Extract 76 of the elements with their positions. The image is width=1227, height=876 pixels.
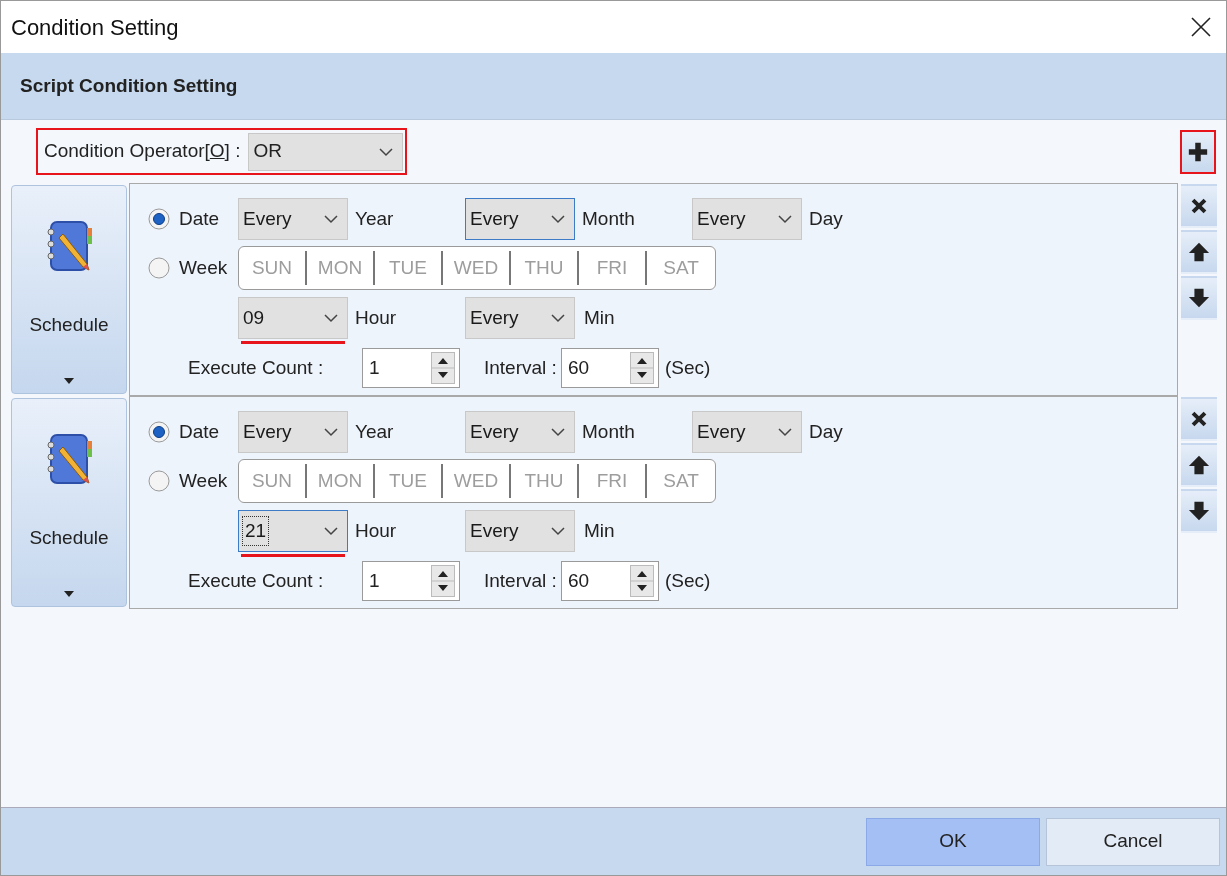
operator-label: Condition Operator[O] : — [44, 139, 241, 164]
condition-type-button[interactable]: Schedule — [11, 398, 127, 607]
chevron-icon — [323, 313, 339, 323]
unit-label: Day — [809, 206, 844, 231]
caret-icon — [63, 590, 75, 598]
radio-button[interactable] — [148, 470, 170, 492]
plus-icon — [1187, 140, 1209, 163]
dropdown[interactable]: Every — [465, 297, 575, 339]
spinner-arrows-icon[interactable] — [629, 352, 654, 384]
unit-label: Min — [584, 518, 615, 543]
dialog-button[interactable]: OK — [866, 817, 1040, 866]
dropdown[interactable]: 09 — [238, 297, 348, 339]
spinner-arrows-icon[interactable] — [629, 565, 654, 597]
caret-icon — [63, 377, 75, 385]
down-arrow-icon — [1188, 287, 1210, 309]
window-title: Condition Setting — [11, 13, 179, 42]
chevron-icon — [777, 427, 793, 437]
chevron-icon — [323, 427, 339, 437]
unit-label: Day — [809, 419, 844, 444]
unit-label: Month — [582, 419, 636, 444]
number-field[interactable]: 60 — [560, 561, 659, 601]
dialog-button[interactable]: Cancel — [1046, 817, 1220, 866]
execute-count-label: Execute Count : — [188, 568, 325, 593]
spinner-arrows-icon[interactable] — [431, 565, 455, 597]
dropdown[interactable]: 21 — [238, 510, 348, 552]
number-field[interactable]: 1 — [362, 348, 460, 388]
chevron-icon — [550, 214, 566, 224]
option-label: Date — [179, 206, 220, 231]
chevron-icon — [550, 427, 566, 437]
up-arrow-icon — [1188, 241, 1210, 263]
chevron-icon — [550, 526, 566, 536]
option-label: Week — [179, 255, 228, 280]
down-button[interactable] — [1181, 489, 1217, 533]
number-field[interactable]: 60 — [560, 348, 659, 388]
unit-label: Hour — [355, 305, 398, 330]
unit-label: Year — [355, 419, 395, 444]
up-button[interactable] — [1181, 230, 1217, 274]
radio-button[interactable] — [148, 208, 170, 230]
unit-label: (Sec) — [664, 568, 711, 593]
delete-button[interactable] — [1181, 184, 1217, 228]
option-label: Date — [179, 419, 220, 444]
chevron-icon — [323, 526, 339, 536]
spinner-arrows-icon[interactable] — [431, 352, 455, 384]
dropdown[interactable]: Every — [465, 510, 575, 552]
chevron-icon — [777, 214, 793, 224]
chevron-icon — [550, 313, 566, 323]
up-arrow-icon — [1188, 454, 1210, 476]
down-button[interactable] — [1181, 276, 1217, 320]
dropdown[interactable]: Every — [238, 411, 348, 453]
unit-label: Year — [355, 206, 395, 231]
interval-label: Interval : — [484, 355, 557, 380]
chevron-icon — [378, 146, 395, 157]
unit-label: (Sec) — [664, 355, 711, 380]
unit-label: Min — [584, 305, 615, 330]
unit-label: Month — [582, 206, 636, 231]
condition-type-button[interactable]: Schedule — [11, 185, 127, 394]
up-button[interactable] — [1181, 443, 1217, 487]
section-title: Script Condition Setting — [20, 73, 238, 98]
interval-label: Interval : — [484, 568, 557, 593]
down-arrow-icon — [1188, 500, 1210, 522]
option-label: Week — [179, 468, 228, 493]
dropdown[interactable]: Every — [692, 198, 802, 240]
dropdown[interactable]: Every — [465, 198, 575, 240]
dropdown[interactable]: Every — [238, 198, 348, 240]
dropdown[interactable]: Every — [465, 411, 575, 453]
operator-dropdown[interactable]: OR — [248, 132, 404, 171]
radio-button[interactable] — [148, 257, 170, 279]
close-icon[interactable] — [1190, 16, 1212, 38]
chevron-icon — [323, 214, 339, 224]
radio-button[interactable] — [148, 421, 170, 443]
delete-button[interactable] — [1181, 397, 1217, 441]
execute-count-label: Execute Count : — [188, 355, 325, 380]
unit-label: Hour — [355, 518, 398, 543]
number-field[interactable]: 1 — [362, 561, 460, 601]
dropdown[interactable]: Every — [692, 411, 802, 453]
add-button[interactable] — [1180, 129, 1216, 174]
